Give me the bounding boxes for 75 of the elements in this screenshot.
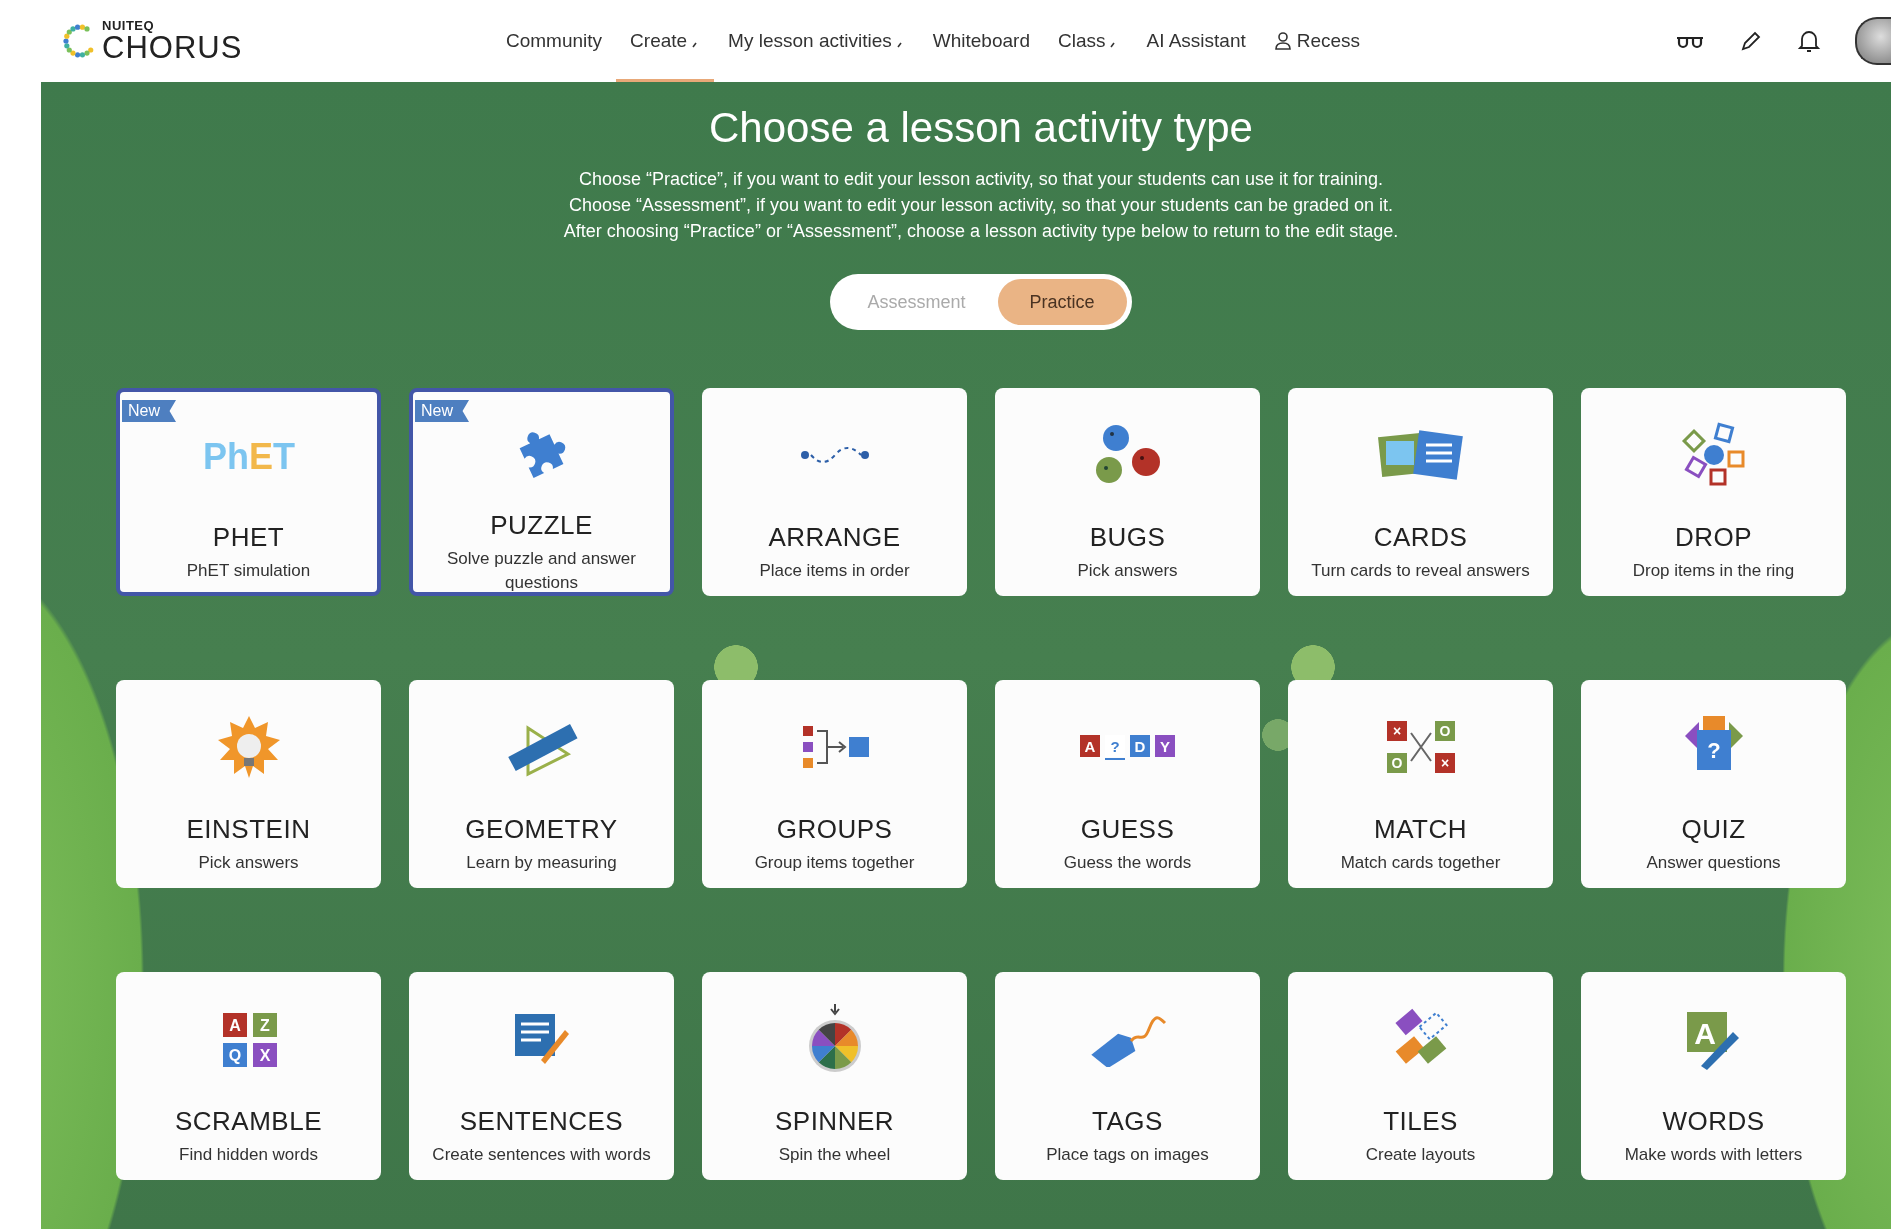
activity-description: Answer questions (1645, 852, 1782, 874)
logo-brand-text: NUITEQ (102, 19, 156, 32)
activity-title: MATCH (1374, 814, 1467, 845)
logo-product-text: CHORUS (102, 32, 243, 63)
shapes-ring-icon (1680, 422, 1747, 488)
activity-title: SPINNER (774, 1106, 895, 1137)
nav-link[interactable]: AI Assistant (1132, 0, 1260, 82)
activity-title: SENTENCES (459, 1106, 624, 1137)
activity-title: TILES (1383, 1106, 1458, 1137)
activity-type-card[interactable]: DROP Drop items in the ring (1581, 388, 1846, 596)
activity-title: TAGS (1092, 1106, 1163, 1137)
activity-type-card[interactable]: TAGS Place tags on images (995, 972, 1260, 1180)
nav-link[interactable]: My lesson activities (714, 0, 919, 82)
activity-type-card[interactable]: TILES Create layouts (1288, 972, 1553, 1180)
activity-description: Drop items in the ring (1631, 560, 1796, 582)
activity-type-card[interactable]: CARDS Turn cards to reveal answers (1288, 388, 1553, 596)
nav-link[interactable]: Whiteboard (918, 0, 1044, 82)
activity-type-card[interactable]: SENTENCES Create sentences with words (409, 972, 674, 1180)
activity-title: EINSTEIN (186, 814, 311, 845)
activity-type-card[interactable]: × O O × MATCH Match cards together (1288, 680, 1553, 888)
activity-description: Make words with letters (1623, 1144, 1804, 1166)
nav-link[interactable]: Create (616, 0, 715, 82)
activity-type-card[interactable]: GEOMETRY Learn by measuring (409, 680, 674, 888)
activity-description: PhET simulation (185, 560, 312, 582)
activity-description: Place tags on images (1045, 1144, 1210, 1166)
activity-title: GUESS (1080, 814, 1175, 845)
activity-type-card[interactable]: BUGS Pick answers (995, 388, 1260, 596)
activity-description: Solve puzzle and answer questions (446, 548, 637, 594)
instructions-text: Choose “Practice”, if you want to edit your lesson activity, so that your students can use it for training. Choose “Assessment”, if you want to edit your lesson activity, so that your students can be graded on it. After choosing “Practice” or “Assessment”, choose a lesson activity type below to return to the edit stage. (563, 168, 1399, 243)
activity-type-card[interactable]: New PhET PHET PhET simulation (116, 388, 381, 596)
activity-title: WORDS (1662, 1106, 1765, 1137)
activity-type-card[interactable]: A ? D Y GUESS Guess the words (995, 680, 1260, 888)
activity-type-card[interactable]: EINSTEIN Pick answers (116, 680, 381, 888)
activity-title: PUZZLE (490, 510, 593, 541)
activity-description: Group items together (753, 852, 916, 874)
activity-type-card[interactable]: ARRANGE Place items in order (702, 388, 967, 596)
activity-title: PHET (212, 522, 285, 553)
activity-type-card[interactable]: GROUPS Group items together (702, 680, 967, 888)
activity-description: Match cards together (1339, 852, 1502, 874)
page-heading: Choose a lesson activity type (709, 104, 1253, 152)
activity-title: DROP (1674, 522, 1753, 553)
mode-toggle-option[interactable]: Practice (997, 279, 1127, 325)
nav-link[interactable]: Recess (1259, 0, 1375, 82)
activity-title: ARRANGE (768, 522, 901, 553)
activity-description: Guess the words (1062, 852, 1193, 874)
activity-title: GEOMETRY (465, 814, 618, 845)
activity-description: Pick answers (197, 852, 300, 874)
activity-type-card[interactable]: A Z Q X SCRAMBLE Find hidden words (116, 972, 381, 1180)
activity-description: Turn cards to reveal answers (1310, 560, 1531, 582)
person-icon (1273, 31, 1292, 51)
activity-description: Create sentences with words (431, 1144, 652, 1166)
activity-title: QUIZ (1681, 814, 1746, 845)
pen-icon[interactable] (1739, 29, 1763, 53)
picture-and-text-cards-icon (1377, 427, 1464, 483)
activity-description: Create layouts (1364, 1144, 1477, 1166)
activity-type-card[interactable]: SPINNER Spin the wheel (702, 972, 967, 1180)
phet-logo-icon: PhET (202, 435, 295, 475)
dotted-circle-logo-icon (62, 23, 96, 59)
activity-title: GROUPS (776, 814, 893, 845)
activity-description: Pick answers (1076, 560, 1179, 582)
activity-description: Learn by measuring (465, 852, 618, 874)
activity-type-card[interactable]: New PUZZLE Solve puzzle and answer questions (409, 388, 674, 596)
new-ribbon: New (122, 400, 176, 422)
notification-bell-icon[interactable] (1797, 28, 1821, 54)
activity-title: CARDS (1373, 522, 1468, 553)
activity-description: Place items in order (758, 560, 911, 582)
activity-title: SCRAMBLE (174, 1106, 322, 1137)
activity-description: Find hidden words (178, 1144, 319, 1166)
activity-type-card[interactable]: A WORDS Make words with letters (1581, 972, 1846, 1180)
activity-description: Spin the wheel (777, 1144, 892, 1166)
activity-title: BUGS (1089, 522, 1166, 553)
activity-type-card[interactable]: ? QUIZ Answer questions (1581, 680, 1846, 888)
new-ribbon: New (415, 400, 469, 422)
nav-link[interactable]: Community (492, 0, 617, 82)
nav-link[interactable]: Class (1043, 0, 1133, 82)
